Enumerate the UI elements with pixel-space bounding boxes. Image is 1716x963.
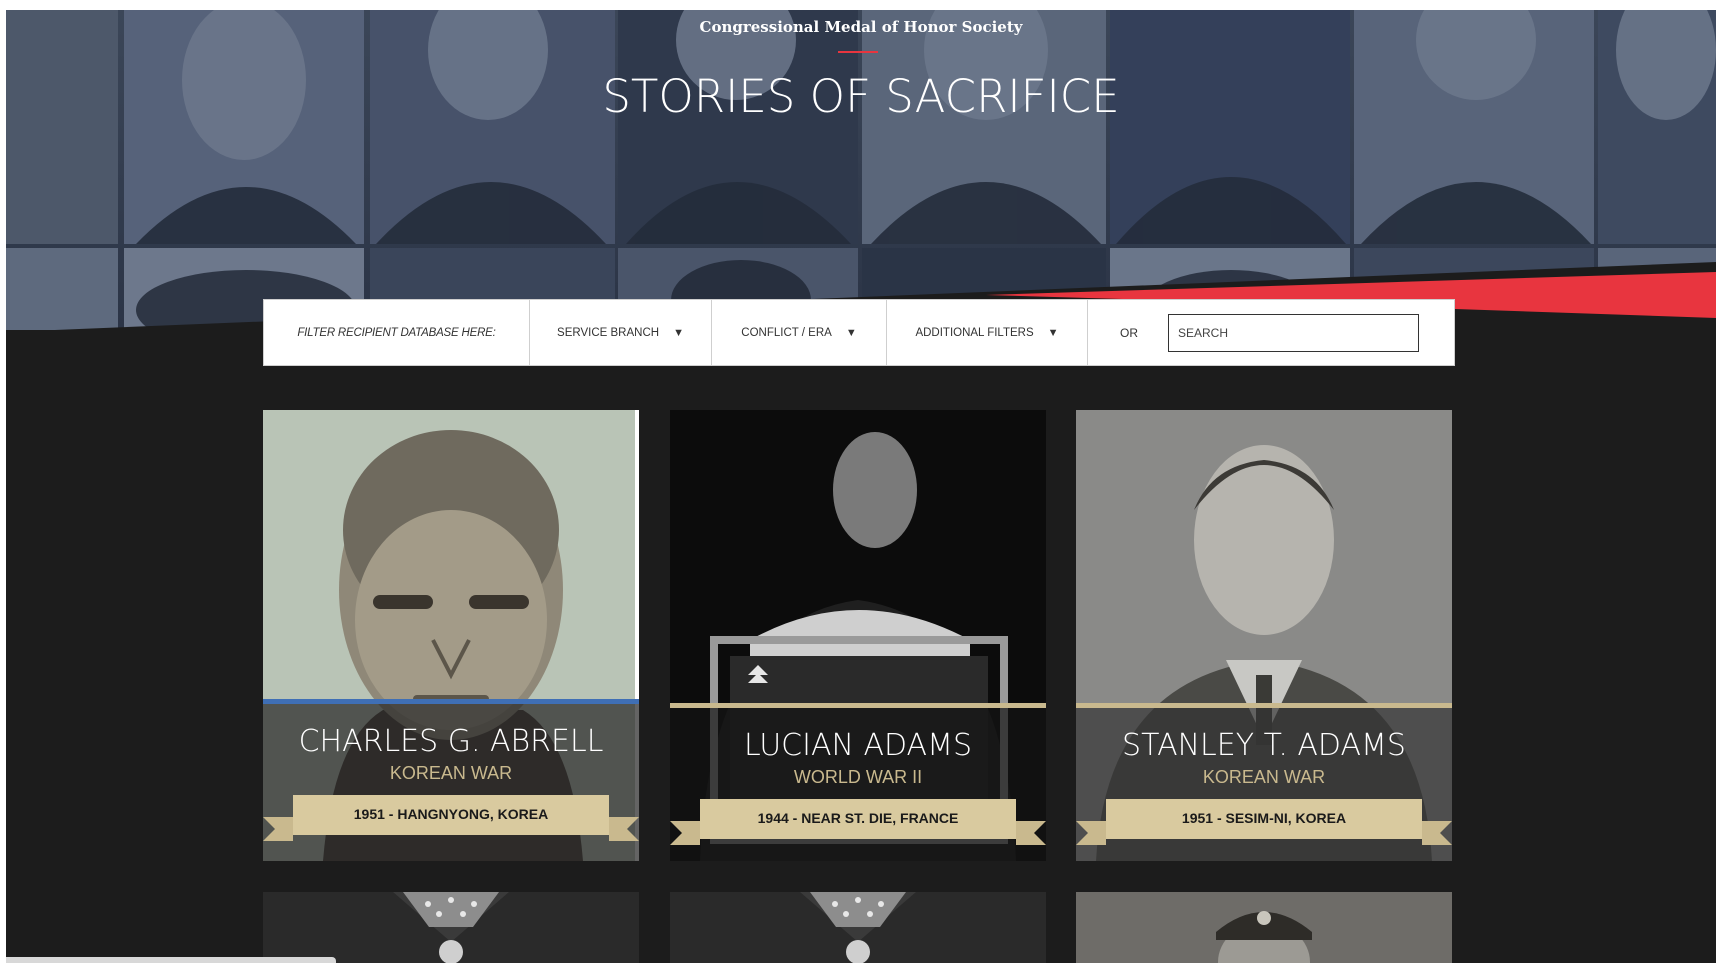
action-text: 1944 - NEAR ST. DIE, FRANCE bbox=[757, 810, 959, 826]
filter-bar: FILTER RECIPIENT DATABASE HERE: SERVICE … bbox=[263, 299, 1455, 366]
hero-photo-collage bbox=[6, 10, 1716, 330]
conflict-era-label: CONFLICT / ERA bbox=[741, 326, 832, 339]
hero-banner: Congressional Medal of Honor Society STO… bbox=[6, 10, 1716, 330]
medal-placeholder-image bbox=[670, 892, 1046, 963]
recipient-name: LUCIAN ADAMS bbox=[743, 728, 973, 763]
recipient-card[interactable] bbox=[670, 892, 1046, 963]
service-branch-dropdown[interactable]: SERVICE BRANCH ▼ bbox=[530, 300, 712, 365]
conflict-era-dropdown[interactable]: CONFLICT / ERA ▼ bbox=[712, 300, 887, 365]
additional-filters-label: ADDITIONAL FILTERS bbox=[915, 326, 1034, 339]
page-heading: STORIES OF SACRIFICE bbox=[602, 70, 1120, 123]
action-ribbon: 1944 - NEAR ST. DIE, FRANCE bbox=[670, 799, 1046, 845]
recipient-card[interactable] bbox=[263, 892, 639, 963]
site-title[interactable]: Congressional Medal of Honor Society bbox=[6, 18, 1716, 36]
recipient-card[interactable] bbox=[1076, 892, 1452, 963]
recipient-name: CHARLES G. ABRELL bbox=[298, 724, 604, 759]
recipient-conflict: WORLD WAR II bbox=[793, 767, 923, 787]
service-branch-label: SERVICE BRANCH bbox=[557, 326, 660, 339]
search-input[interactable] bbox=[1168, 313, 1419, 352]
page-viewport: Congressional Medal of Honor Society STO… bbox=[6, 10, 1716, 963]
triangle-down-icon: ▼ bbox=[1047, 326, 1059, 339]
triangle-down-icon: ▼ bbox=[673, 326, 684, 339]
recipient-conflict: KOREAN WAR bbox=[389, 763, 513, 783]
recipient-card[interactable]: CHARLES G. ABRELL KOREAN WAR 1951 - HANG… bbox=[263, 410, 639, 861]
recipient-portrait bbox=[1076, 892, 1452, 963]
triangle-down-icon: ▼ bbox=[845, 326, 857, 339]
recipient-conflict: KOREAN WAR bbox=[1202, 767, 1326, 787]
search-area: OR bbox=[1088, 300, 1454, 365]
action-text: 1951 - HANGNYONG, KOREA bbox=[353, 806, 549, 822]
recipient-card[interactable]: STANLEY T. ADAMS KOREAN WAR 1951 - SESIM… bbox=[1076, 410, 1452, 861]
medal-placeholder-image bbox=[263, 892, 639, 963]
recipient-card[interactable]: LUCIAN ADAMS WORLD WAR II 1944 - NEAR ST… bbox=[670, 410, 1046, 861]
action-ribbon: 1951 - SESIM-NI, KOREA bbox=[1076, 799, 1452, 845]
recipient-name: STANLEY T. ADAMS bbox=[1122, 728, 1406, 763]
or-label: OR bbox=[1120, 325, 1138, 340]
action-text: 1951 - SESIM-NI, KOREA bbox=[1181, 810, 1347, 826]
additional-filters-dropdown[interactable]: ADDITIONAL FILTERS ▼ bbox=[887, 300, 1088, 365]
action-ribbon: 1951 - HANGNYONG, KOREA bbox=[263, 795, 639, 841]
filter-label: FILTER RECIPIENT DATABASE HERE: bbox=[264, 300, 530, 365]
title-accent-rule bbox=[838, 51, 878, 53]
filter-label-text: FILTER RECIPIENT DATABASE HERE: bbox=[297, 326, 496, 339]
bottom-toolbar-edge bbox=[6, 957, 336, 963]
